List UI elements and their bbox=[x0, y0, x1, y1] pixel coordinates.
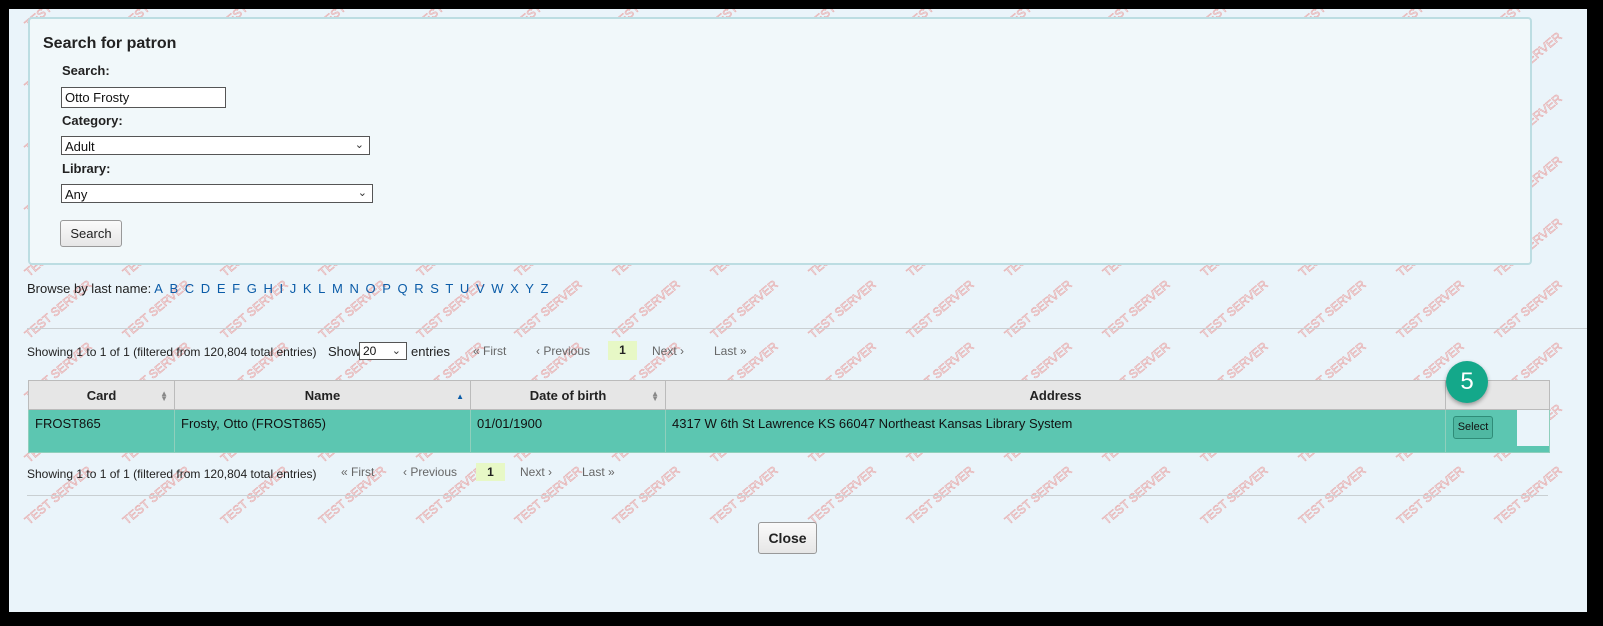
browse-letter-m[interactable]: M bbox=[332, 281, 343, 296]
search-label: Search: bbox=[62, 63, 110, 78]
header-name-label: Name bbox=[304, 387, 341, 403]
previous-page-link-bottom[interactable]: ‹ Previous bbox=[403, 465, 457, 479]
watermark-text: TEST SERVER bbox=[1296, 277, 1369, 341]
page-size-value: 20 bbox=[363, 344, 377, 358]
browse-letter-w[interactable]: W bbox=[491, 281, 503, 296]
search-input[interactable]: Otto Frosty bbox=[61, 87, 226, 108]
browse-letter-a[interactable]: A bbox=[154, 281, 163, 296]
browse-letter-z[interactable]: Z bbox=[541, 281, 549, 296]
next-page-link-bottom[interactable]: Next › bbox=[520, 465, 552, 479]
browse-letter-l[interactable]: L bbox=[318, 281, 325, 296]
watermark-text: TEST SERVER bbox=[1100, 277, 1173, 341]
browse-letter-v[interactable]: V bbox=[476, 281, 485, 296]
browse-letter-o[interactable]: O bbox=[365, 281, 375, 296]
browse-letter-c[interactable]: C bbox=[185, 281, 194, 296]
results-info-top: Showing 1 to 1 of 1 (filtered from 120,8… bbox=[27, 345, 317, 359]
browse-letter-q[interactable]: Q bbox=[398, 281, 408, 296]
patron-search-window: TEST SERVER TEST SERVER TEST SERVER TEST SE… bbox=[9, 9, 1587, 612]
cell-address: 4317 W 6th St Lawrence KS 66047 Northeas… bbox=[665, 409, 1446, 453]
browse-letter-b[interactable]: B bbox=[169, 281, 178, 296]
header-card-label: Card bbox=[86, 387, 117, 403]
browse-letter-d[interactable]: D bbox=[201, 281, 210, 296]
cell-actions: Select bbox=[1445, 409, 1550, 453]
cell-actions-gap bbox=[1517, 410, 1549, 446]
entries-label: entries bbox=[411, 344, 451, 359]
browse-letter-g[interactable]: G bbox=[247, 281, 257, 296]
header-card[interactable]: Card ▲ ▼ bbox=[28, 380, 175, 410]
table-row[interactable]: FROST865 Frosty, Otto (FROST865) 01/01/1… bbox=[28, 409, 1550, 453]
category-value: Adult bbox=[65, 139, 95, 154]
browse-letter-s[interactable]: S bbox=[430, 281, 439, 296]
browse-letter-i[interactable]: I bbox=[279, 281, 283, 296]
browse-letter-x[interactable]: X bbox=[510, 281, 519, 296]
show-label: Show bbox=[328, 344, 361, 359]
watermark-text: TEST SERVER bbox=[904, 277, 977, 341]
browse-letter-h[interactable]: H bbox=[263, 281, 272, 296]
sort-icon: ▲ ▼ bbox=[160, 389, 168, 403]
cell-dob: 01/01/1900 bbox=[470, 409, 666, 453]
library-label: Library: bbox=[62, 161, 111, 176]
watermark-text: TEST SERVER bbox=[806, 277, 879, 341]
browse-letter-u[interactable]: U bbox=[460, 281, 469, 296]
results-info-bottom: Showing 1 to 1 of 1 (filtered from 120,8… bbox=[27, 467, 317, 481]
next-page-link-top[interactable]: Next › bbox=[652, 344, 684, 358]
browse-letter-k[interactable]: K bbox=[303, 281, 312, 296]
header-address[interactable]: Address bbox=[665, 380, 1446, 410]
panel-title: Search for patron bbox=[43, 35, 177, 52]
browse-letter-y[interactable]: Y bbox=[525, 281, 534, 296]
browse-letter-p[interactable]: P bbox=[382, 281, 391, 296]
browse-by-last-name: Browse by last name: A B C D E F G H I J… bbox=[27, 281, 551, 296]
sort-ascending-icon: ▲ bbox=[456, 392, 464, 401]
browse-label: Browse by last name: bbox=[27, 281, 152, 296]
browse-letters: A B C D E F G H I J K L M N O P Q R S T … bbox=[154, 281, 551, 296]
browse-letter-t[interactable]: T bbox=[445, 281, 453, 296]
last-page-link-top[interactable]: Last » bbox=[714, 344, 747, 358]
watermark-text: TEST SERVER bbox=[1394, 277, 1467, 341]
current-page-bottom[interactable]: 1 bbox=[476, 463, 505, 481]
header-dob-label: Date of birth bbox=[529, 387, 607, 403]
current-page-top[interactable]: 1 bbox=[608, 341, 637, 360]
category-label: Category: bbox=[62, 113, 123, 128]
header-name[interactable]: Name ▲ bbox=[174, 380, 471, 410]
chevron-down-icon: ⌄ bbox=[357, 187, 367, 199]
divider-bottom bbox=[27, 495, 1548, 496]
category-select[interactable]: Adult ⌄ bbox=[61, 136, 370, 155]
watermark-text: TEST SERVER bbox=[1002, 277, 1075, 341]
header-address-label: Address bbox=[1029, 387, 1082, 403]
chevron-down-icon: ⌄ bbox=[354, 139, 364, 151]
page-size-select[interactable]: 20 ⌄ bbox=[359, 342, 407, 360]
results-table-wrapper: Card ▲ ▼ Name ▲ Date of birth ▲ ▼ Address FRO… bbox=[28, 380, 1550, 453]
watermark-text: TEST SERVER bbox=[1198, 277, 1271, 341]
last-page-link-bottom[interactable]: Last » bbox=[582, 465, 615, 479]
search-button[interactable]: Search bbox=[60, 220, 122, 247]
library-select[interactable]: Any ⌄ bbox=[61, 184, 373, 203]
results-table: Card ▲ ▼ Name ▲ Date of birth ▲ ▼ Address FRO… bbox=[28, 380, 1550, 453]
watermark-text: TEST SERVER bbox=[708, 277, 781, 341]
table-header-row: Card ▲ ▼ Name ▲ Date of birth ▲ ▼ Address bbox=[28, 380, 1550, 410]
watermark-text: TEST SERVER bbox=[610, 277, 683, 341]
browse-letter-f[interactable]: F bbox=[232, 281, 240, 296]
chevron-down-icon: ⌄ bbox=[391, 345, 401, 357]
first-page-link-bottom[interactable]: « First bbox=[341, 465, 374, 479]
cell-name: Frosty, Otto (FROST865) bbox=[174, 409, 471, 453]
step-badge: 5 bbox=[1446, 361, 1488, 403]
browse-letter-r[interactable]: R bbox=[414, 281, 423, 296]
browse-letter-e[interactable]: E bbox=[217, 281, 226, 296]
first-page-link-top[interactable]: « First bbox=[473, 344, 506, 358]
library-value: Any bbox=[65, 187, 88, 202]
sort-icon: ▲ ▼ bbox=[651, 389, 659, 403]
browse-letter-n[interactable]: N bbox=[349, 281, 358, 296]
watermark-text: TEST SERVER bbox=[1492, 277, 1565, 341]
select-button[interactable]: Select bbox=[1453, 416, 1493, 439]
header-date-of-birth[interactable]: Date of birth ▲ ▼ bbox=[470, 380, 666, 410]
cell-card: FROST865 bbox=[28, 409, 175, 453]
browse-letter-j[interactable]: J bbox=[290, 281, 297, 296]
close-button[interactable]: Close bbox=[758, 522, 817, 554]
previous-page-link-top[interactable]: ‹ Previous bbox=[536, 344, 590, 358]
divider-top bbox=[27, 328, 1587, 329]
